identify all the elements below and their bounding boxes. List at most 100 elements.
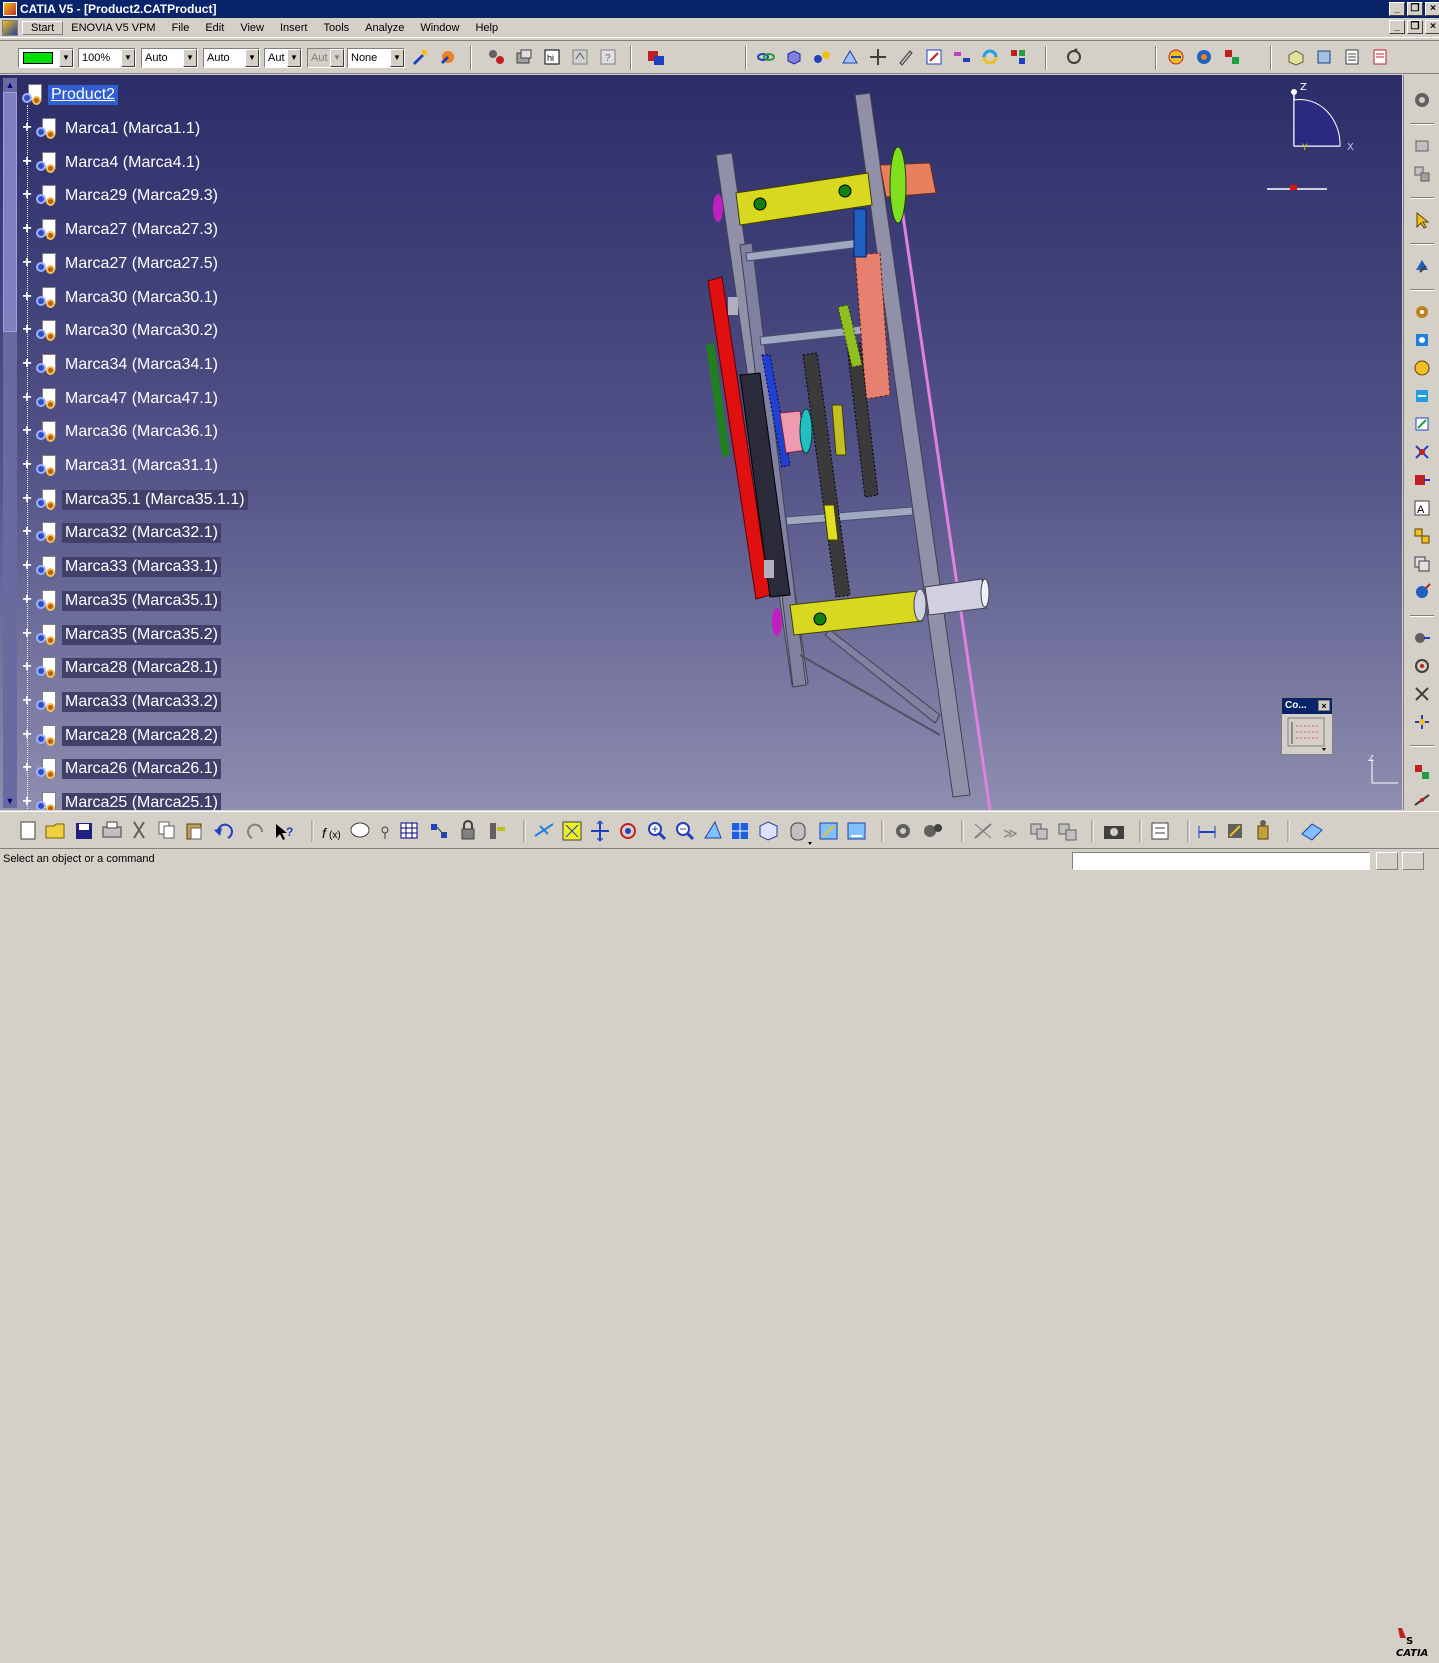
doc-close-button[interactable]: ×	[1425, 20, 1439, 34]
shading-icon[interactable]	[790, 822, 812, 845]
swap-visible-space-icon[interactable]	[847, 822, 866, 840]
text-annotation-icon[interactable]: A	[1410, 497, 1434, 519]
update-icon[interactable]	[979, 46, 1001, 68]
measure-item-icon[interactable]	[1228, 824, 1242, 838]
expand-plus-icon[interactable]: +	[20, 387, 34, 411]
parameters-icon[interactable]	[924, 824, 942, 837]
comment-icon[interactable]	[350, 822, 370, 838]
menu-analyze[interactable]: Analyze	[357, 22, 412, 34]
expand-plus-icon[interactable]: +	[20, 757, 34, 781]
menu-tools[interactable]: Tools	[315, 22, 357, 34]
hyperlink-icon[interactable]: hi	[541, 46, 563, 68]
stop-manipulate-on-clash-icon[interactable]	[1410, 683, 1434, 705]
tree-node[interactable]: + Marca28 (Marca28.2)	[20, 724, 221, 748]
print-icon[interactable]	[102, 821, 122, 838]
distance-analysis-icon[interactable]	[1221, 46, 1243, 68]
doc-minimize-button[interactable]: _	[1389, 20, 1405, 34]
expand-plus-icon[interactable]: +	[20, 724, 34, 748]
table-icon[interactable]	[400, 822, 418, 839]
menu-enovia[interactable]: ENOVIA V5 VPM	[63, 22, 163, 34]
scroll-up-arrow-icon[interactable]: ▲	[3, 78, 17, 92]
tree-node-label[interactable]: Marca35 (Marca35.2)	[62, 624, 221, 645]
catalog-icon[interactable]	[896, 824, 910, 838]
open-icon[interactable]	[45, 823, 65, 839]
menu-help[interactable]: Help	[467, 22, 506, 34]
zoom-out-icon[interactable]	[676, 822, 695, 841]
explode-view-icon[interactable]	[1410, 655, 1434, 677]
component-properties-icon[interactable]	[490, 823, 505, 839]
redo-icon[interactable]	[247, 823, 264, 839]
expand-plus-icon[interactable]: +	[20, 319, 34, 343]
new-part-icon[interactable]	[839, 46, 861, 68]
replace-component-icon[interactable]	[1410, 163, 1434, 185]
point-style-combo[interactable]: Aut ▼	[264, 48, 302, 68]
expand-plus-icon[interactable]: +	[20, 184, 34, 208]
tree-node[interactable]: + Marca4 (Marca4.1)	[20, 151, 203, 175]
snap-icon[interactable]	[923, 46, 945, 68]
grid-snap-icon[interactable]	[1282, 714, 1332, 752]
group-icon[interactable]	[1030, 823, 1048, 840]
assembly-design-icon[interactable]	[645, 46, 667, 68]
new-component-icon[interactable]	[783, 46, 805, 68]
properties-painter-icon[interactable]	[437, 46, 459, 68]
tree-node[interactable]: + Marca33 (Marca33.2)	[20, 690, 221, 714]
linetype-combo[interactable]: Auto ▼	[141, 48, 198, 68]
scrollbar-thumb[interactable]	[3, 92, 17, 332]
fly-mode-icon[interactable]	[534, 823, 554, 837]
tree-node[interactable]: + Marca32 (Marca32.1)	[20, 521, 221, 545]
tree-node-label[interactable]: Marca4 (Marca4.1)	[62, 153, 203, 173]
tree-node-label[interactable]: Marca29 (Marca29.3)	[62, 186, 221, 206]
clash-icon[interactable]	[1165, 46, 1187, 68]
chevron-down-icon[interactable]: ▼	[287, 49, 301, 67]
tree-node-label[interactable]: Marca30 (Marca30.2)	[62, 321, 221, 341]
menu-start[interactable]: Start	[22, 21, 64, 35]
expand-plus-icon[interactable]: +	[20, 488, 34, 512]
expand-plus-icon[interactable]: +	[20, 252, 34, 276]
thickness-combo[interactable]: Auto ▼	[203, 48, 260, 68]
coincidence-constraint-icon[interactable]	[1410, 329, 1434, 351]
tree-node[interactable]: + Marca36 (Marca36.1)	[20, 420, 221, 444]
command-input[interactable]	[1072, 852, 1370, 870]
document-icon[interactable]	[2, 20, 18, 36]
close-button[interactable]: ×	[1425, 2, 1439, 16]
enhanced-scene-icon[interactable]	[1313, 46, 1335, 68]
expand-plus-icon[interactable]: +	[20, 656, 34, 680]
tree-node-label[interactable]: Marca35 (Marca35.1)	[62, 590, 221, 611]
knowledge-inspector-icon[interactable]	[381, 826, 389, 839]
tree-node[interactable]: + Marca30 (Marca30.2)	[20, 319, 221, 343]
insert-existing-component-icon[interactable]	[513, 46, 535, 68]
save-icon[interactable]	[76, 823, 92, 839]
generate-numbering-icon[interactable]	[1369, 46, 1391, 68]
tree-node-label[interactable]: Marca28 (Marca28.2)	[62, 725, 221, 746]
lock-icon[interactable]	[461, 820, 475, 840]
formula-icon[interactable]: f (x)	[322, 825, 341, 841]
layer-combo[interactable]: None ▼	[347, 48, 405, 68]
menu-file[interactable]: File	[164, 22, 198, 34]
expand-plus-icon[interactable]: +	[20, 353, 34, 377]
change-constraint-icon[interactable]	[1410, 581, 1434, 603]
tree-node-label[interactable]: Marca31 (Marca31.1)	[62, 456, 221, 476]
expand-plus-icon[interactable]: +	[20, 117, 34, 141]
expand-plus-icon[interactable]: +	[20, 151, 34, 175]
open-catalog-icon[interactable]	[1151, 822, 1169, 840]
bill-of-material-icon[interactable]	[1341, 46, 1363, 68]
fit-all-in-icon[interactable]	[562, 821, 582, 841]
sectioning-icon[interactable]	[1193, 46, 1215, 68]
tree-node[interactable]: + Marca47 (Marca47.1)	[20, 387, 221, 411]
rotate-icon[interactable]	[620, 823, 636, 839]
menu-insert[interactable]: Insert	[272, 22, 316, 34]
close-icon[interactable]: ×	[1318, 700, 1330, 711]
knowledge-icon[interactable]	[569, 46, 591, 68]
tree-node[interactable]: + Marca25 (Marca25.1)	[20, 791, 221, 810]
tree-node-label[interactable]: Marca30 (Marca30.1)	[62, 288, 221, 308]
tree-node-label[interactable]: Marca27 (Marca27.5)	[62, 254, 221, 274]
menu-window[interactable]: Window	[412, 22, 467, 34]
multi-view-icon[interactable]	[732, 823, 748, 839]
measure-between-icon[interactable]	[1410, 789, 1434, 811]
chevron-down-icon[interactable]: ▼	[183, 49, 197, 67]
expand-plus-icon[interactable]: +	[20, 690, 34, 714]
tree-node[interactable]: + Marca34 (Marca34.1)	[20, 353, 221, 377]
chevron-down-icon[interactable]: ▼	[121, 49, 135, 67]
tree-node[interactable]: + Marca27 (Marca27.3)	[20, 218, 221, 242]
tree-node[interactable]: + Marca35 (Marca35.2)	[20, 623, 221, 647]
